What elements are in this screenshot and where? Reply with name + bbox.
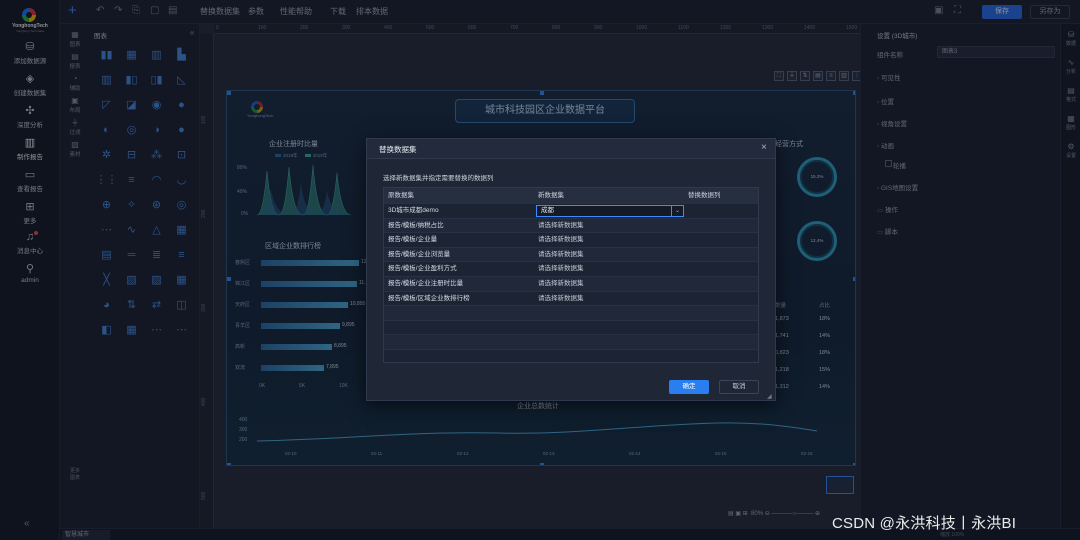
dialog-header: 替换数据集 × xyxy=(367,139,775,159)
new-dataset-select[interactable]: 请选择新数据集 xyxy=(538,248,584,262)
table-row: 报告/模板/企业量 请选择新数据集 xyxy=(384,232,758,247)
original-dataset-cell: 报告/模板/企业浏览量 xyxy=(388,250,451,258)
cancel-button[interactable]: 取消 xyxy=(719,380,759,394)
selected-dataset: 成都 xyxy=(541,207,554,214)
original-dataset-cell: 报告/模板/纳税占比 xyxy=(388,221,444,229)
table-row: 报告/模板/纳税占比 请选择新数据集 xyxy=(384,217,758,233)
table-row: 报告/模板/企业盈利方式 请选择新数据集 xyxy=(384,261,758,276)
table-row: 3D城市成都demo 成都 ⌄ xyxy=(384,203,758,218)
chevron-down-icon: ⌄ xyxy=(671,206,683,216)
column-new-dataset: 新数据集 xyxy=(538,192,564,199)
table-row xyxy=(384,305,758,321)
new-dataset-select[interactable]: 请选择新数据集 xyxy=(538,292,584,306)
table-row: 报告/模板/区域企业数排行榜 请选择新数据集 xyxy=(384,290,758,306)
table-row xyxy=(384,349,758,364)
table-row: 报告/模板/企业注册时比量 请选择新数据集 xyxy=(384,276,758,291)
new-dataset-select[interactable]: 请选择新数据集 xyxy=(538,219,584,233)
column-original-dataset: 原数据集 xyxy=(388,192,414,199)
new-dataset-select[interactable]: 成都 ⌄ xyxy=(536,205,684,217)
table-row: 报告/模板/企业浏览量 请选择新数据集 xyxy=(384,246,758,262)
dialog-description: 选择新数据集并指定需要替换的数据列 xyxy=(383,175,494,182)
original-dataset-cell: 报告/模板/区域企业数排行榜 xyxy=(388,294,470,302)
original-dataset-cell: 3D城市成都demo xyxy=(388,207,439,214)
original-dataset-cell: 报告/模板/企业注册时比量 xyxy=(388,280,464,287)
dialog-title: 替换数据集 xyxy=(379,145,417,154)
column-replace-field: 替换数据列 xyxy=(688,192,721,199)
resize-handle-icon[interactable]: ◢ xyxy=(767,393,772,400)
close-icon[interactable]: × xyxy=(761,143,767,153)
replace-dataset-dialog: 替换数据集 × 选择新数据集并指定需要替换的数据列 原数据集 新数据集 替换数据… xyxy=(366,138,776,401)
table-row xyxy=(384,319,758,335)
confirm-button[interactable]: 确定 xyxy=(669,380,709,394)
original-dataset-cell: 报告/模板/企业盈利方式 xyxy=(388,265,457,273)
new-dataset-select[interactable]: 请选择新数据集 xyxy=(538,277,584,291)
table-row xyxy=(384,334,758,350)
csdn-watermark: CSDN @永洪科技丨永洪BI xyxy=(832,515,1017,532)
dataset-mapping-table: 原数据集 新数据集 替换数据列 3D城市成都demo 成都 ⌄ 报告/模板/纳税占比请… xyxy=(383,187,759,363)
original-dataset-cell: 报告/模板/企业量 xyxy=(388,236,438,244)
new-dataset-select[interactable]: 请选择新数据集 xyxy=(538,262,584,276)
new-dataset-select[interactable]: 请选择新数据集 xyxy=(538,233,584,247)
